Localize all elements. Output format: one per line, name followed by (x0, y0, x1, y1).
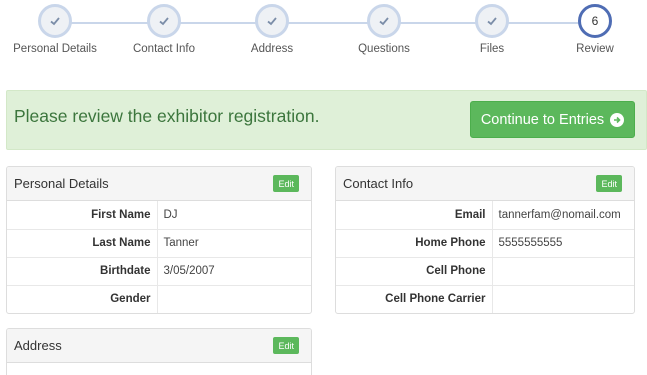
field-label: Birthdate (7, 257, 158, 286)
table-row: Last Name Tanner (7, 229, 311, 258)
check-icon (38, 4, 72, 38)
personal-details-panel: Personal Details Edit First Name DJ Last… (6, 166, 312, 314)
step-number: 6 (578, 4, 612, 38)
review-alert: Please review the exhibitor registration… (6, 90, 647, 150)
panel-heading: Personal Details Edit (7, 167, 311, 201)
check-icon (255, 4, 289, 38)
field-value: Tanner (157, 229, 311, 258)
continue-button-label: Continue to Entries (480, 111, 605, 128)
arrow-circle-right-icon (610, 112, 625, 127)
table-row: Cell Phone (336, 257, 634, 286)
step-label: Questions (358, 43, 410, 55)
table-row: Birthdate 3/05/2007 (7, 257, 311, 286)
step-questions[interactable]: Questions (334, 4, 434, 55)
continue-to-entries-button[interactable]: Continue to Entries (470, 101, 635, 138)
step-label: Files (479, 43, 505, 55)
field-value (492, 257, 634, 286)
check-icon (367, 4, 401, 38)
field-label: Last Name (7, 229, 158, 258)
field-value (157, 285, 311, 313)
step-contact-info[interactable]: Contact Info (114, 4, 214, 55)
table-row: First Name DJ (7, 201, 311, 230)
step-files[interactable]: Files (442, 4, 542, 55)
table-row: Home Phone 5555555555 (336, 229, 634, 258)
contact-info-panel: Contact Info Edit Email tannerfam@nomail… (335, 166, 635, 314)
edit-address-button[interactable]: Edit (273, 337, 299, 354)
field-value (492, 285, 634, 313)
field-label: Cell Phone Carrier (336, 285, 493, 313)
table-row: Gender (7, 285, 311, 313)
field-label: Email (336, 201, 493, 230)
field-value: 3/05/2007 (157, 257, 311, 286)
step-label: Personal Details (13, 43, 97, 55)
progress-stepper: Personal Details Contact Info Address Qu… (0, 0, 647, 70)
check-icon (147, 4, 181, 38)
step-review[interactable]: 6 Review (545, 4, 645, 55)
address-panel: Address Edit (6, 328, 312, 375)
step-personal-details[interactable]: Personal Details (5, 4, 105, 55)
step-label: Contact Info (132, 43, 195, 55)
check-icon (475, 4, 509, 38)
panel-heading: Contact Info Edit (336, 167, 634, 201)
field-label: Gender (7, 285, 158, 313)
panel-title: Address (14, 338, 62, 353)
field-value: DJ (157, 201, 311, 230)
step-label: Review (576, 43, 614, 55)
personal-details-table: First Name DJ Last Name Tanner Birthdate… (7, 201, 311, 313)
field-value: tannerfam@nomail.com (492, 201, 634, 230)
step-label: Address (250, 43, 294, 55)
table-row: Email tannerfam@nomail.com (336, 201, 634, 230)
alert-message: Please review the exhibitor registration… (14, 106, 320, 126)
field-value: 5555555555 (492, 229, 634, 258)
field-label: First Name (7, 201, 158, 230)
table-row: Cell Phone Carrier (336, 285, 634, 313)
step-address[interactable]: Address (222, 4, 322, 55)
edit-contact-info-button[interactable]: Edit (596, 175, 622, 192)
panel-heading: Address Edit (7, 329, 311, 363)
field-label: Home Phone (336, 229, 493, 258)
edit-personal-details-button[interactable]: Edit (273, 175, 299, 192)
panel-title: Contact Info (343, 176, 414, 191)
field-label: Cell Phone (336, 257, 493, 286)
contact-info-table: Email tannerfam@nomail.com Home Phone 55… (336, 201, 634, 313)
panel-title: Personal Details (14, 176, 109, 191)
